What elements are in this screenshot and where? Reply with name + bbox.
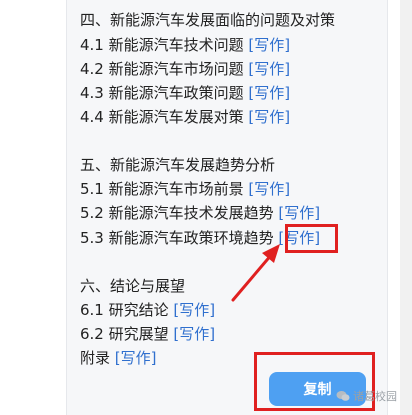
wechat-icon (336, 390, 350, 402)
watermark: 诸葛校园 (336, 388, 397, 404)
annotation-arrow (231, 244, 280, 302)
